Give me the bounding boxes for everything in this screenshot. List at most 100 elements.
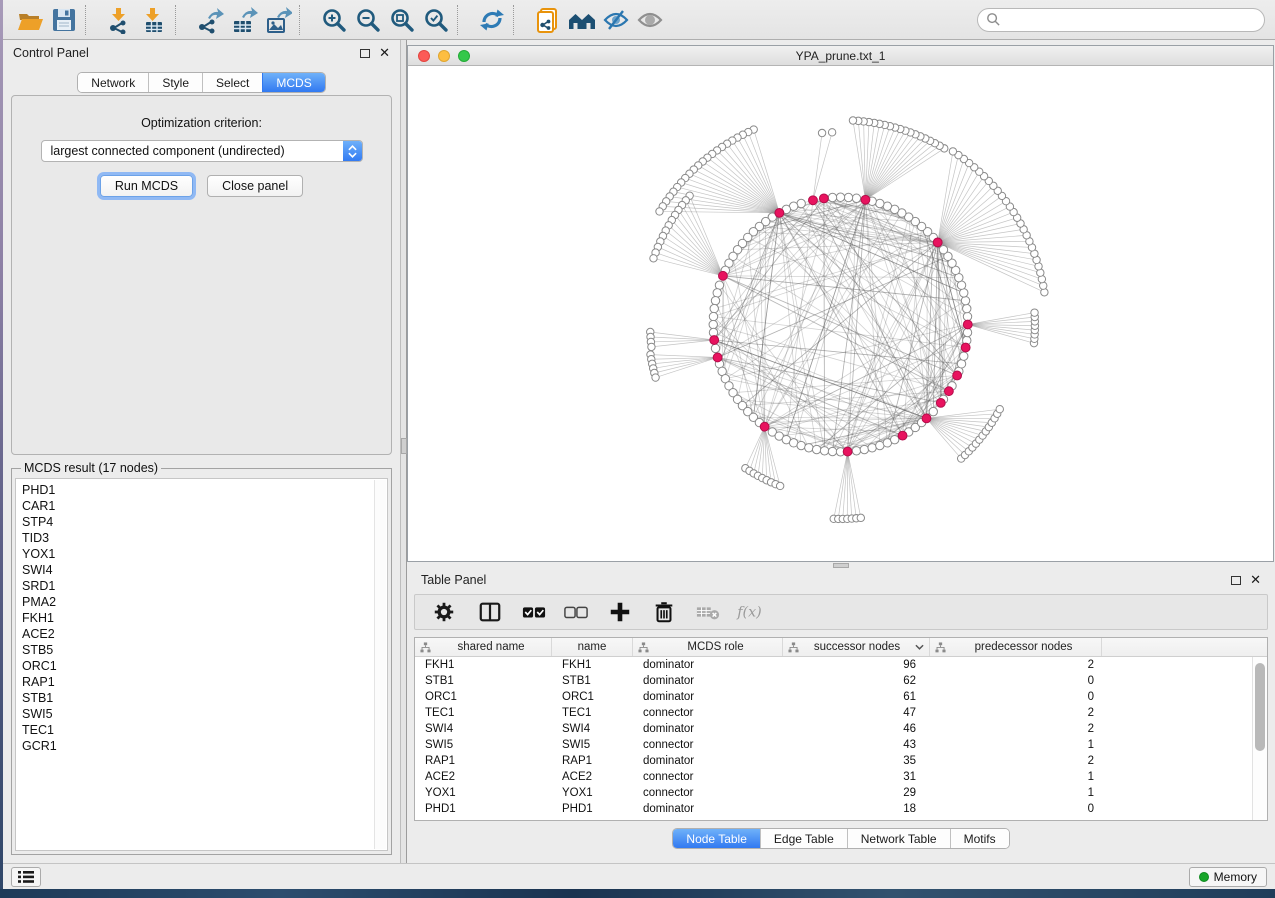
open-file-icon[interactable] — [13, 4, 47, 36]
column-header-predecessor-nodes[interactable]: predecessor nodes — [930, 638, 1102, 656]
mcds-result-item[interactable]: TEC1 — [22, 722, 387, 738]
show-all-icon[interactable] — [633, 4, 667, 36]
network-view-frame: YPA_prune.txt_1 — [407, 45, 1274, 562]
zoom-fit-icon[interactable] — [385, 4, 419, 36]
close-panel-icon[interactable]: ✕ — [379, 48, 390, 58]
apply-layout-icon[interactable] — [475, 4, 509, 36]
mcds-result-item[interactable]: SWI4 — [22, 562, 387, 578]
export-table-icon[interactable] — [227, 4, 261, 36]
network-canvas[interactable] — [408, 66, 1273, 561]
mcds-result-item[interactable]: SRD1 — [22, 578, 387, 594]
table-row[interactable]: PHD1PHD1dominator180 — [415, 801, 1267, 817]
table-row[interactable]: ACE2ACE2connector311 — [415, 769, 1267, 785]
import-table-icon[interactable] — [137, 4, 171, 36]
tab-style[interactable]: Style — [148, 73, 202, 92]
mcds-result-item[interactable]: STB5 — [22, 642, 387, 658]
list-scrollbar[interactable] — [374, 480, 386, 849]
mcds-result-item[interactable]: STB1 — [22, 690, 387, 706]
cell-shared-name: STB1 — [415, 675, 552, 687]
zoom-selected-icon[interactable] — [419, 4, 453, 36]
close-panel-button[interactable]: Close panel — [207, 175, 303, 197]
horizontal-splitter[interactable] — [407, 562, 1275, 568]
float-panel-icon[interactable] — [1231, 576, 1241, 585]
table-row[interactable]: STB1STB1dominator620 — [415, 673, 1267, 689]
splitter-handle[interactable] — [401, 438, 407, 454]
network-view-titlebar[interactable]: YPA_prune.txt_1 — [408, 46, 1273, 66]
cell-shared-name: YOX1 — [415, 787, 552, 799]
tab-network[interactable]: Network — [78, 73, 148, 92]
mcds-result-item[interactable]: FKH1 — [22, 610, 387, 626]
float-panel-icon[interactable] — [360, 49, 370, 58]
cell-MCDS-role: dominator — [633, 659, 783, 671]
column-label: name — [552, 641, 632, 653]
network-graph[interactable] — [408, 66, 1273, 561]
mcds-result-item[interactable]: ACE2 — [22, 626, 387, 642]
mcds-result-item[interactable]: SWI5 — [22, 706, 387, 722]
select-stepper-icon — [343, 140, 362, 162]
mcds-result-item[interactable]: PHD1 — [22, 482, 387, 498]
cell-successor-nodes: 47 — [783, 707, 930, 719]
criterion-select[interactable]: largest connected component (undirected) — [41, 140, 363, 162]
run-mcds-button[interactable]: Run MCDS — [100, 175, 193, 197]
close-panel-icon[interactable]: ✕ — [1250, 575, 1261, 585]
deselect-all-rows-icon[interactable] — [561, 598, 591, 626]
tab-motifs[interactable]: Motifs — [950, 829, 1009, 848]
vertical-splitter[interactable] — [400, 40, 407, 863]
scrollbar-thumb[interactable] — [1255, 663, 1265, 751]
column-header-name[interactable]: name — [552, 638, 633, 656]
tree-column-icon — [788, 642, 799, 653]
import-network-icon[interactable] — [103, 4, 137, 36]
delete-column-icon[interactable] — [649, 598, 679, 626]
mcds-result-group: MCDS result (17 nodes) PHD1CAR1STP4TID3Y… — [11, 461, 392, 855]
mcds-result-item[interactable]: PMA2 — [22, 594, 387, 610]
table-row[interactable]: TEC1TEC1connector472 — [415, 705, 1267, 721]
search-field[interactable] — [1001, 13, 1256, 27]
tab-select[interactable]: Select — [202, 73, 262, 92]
table-scrollbar[interactable] — [1252, 657, 1267, 820]
table-row[interactable]: SWI4SWI4dominator462 — [415, 721, 1267, 737]
export-network-icon[interactable] — [193, 4, 227, 36]
tab-node-table[interactable]: Node Table — [673, 829, 760, 848]
export-image-icon[interactable] — [261, 4, 295, 36]
table-row[interactable]: YOX1YOX1connector291 — [415, 785, 1267, 801]
apply-function-icon: f(x) — [735, 598, 765, 626]
mcds-result-item[interactable]: YOX1 — [22, 546, 387, 562]
task-history-button[interactable] — [11, 867, 41, 887]
zoom-in-icon[interactable] — [317, 4, 351, 36]
mcds-result-item[interactable]: ORC1 — [22, 658, 387, 674]
column-header-successor-nodes[interactable]: successor nodes — [783, 638, 930, 656]
mcds-result-item[interactable]: CAR1 — [22, 498, 387, 514]
column-header-MCDS-role[interactable]: MCDS role — [633, 638, 783, 656]
mcds-result-item[interactable]: STP4 — [22, 514, 387, 530]
table-row[interactable]: ORC1ORC1dominator610 — [415, 689, 1267, 705]
column-header-shared-name[interactable]: shared name — [415, 638, 552, 656]
save-session-icon[interactable] — [47, 4, 81, 36]
column-label: shared name — [431, 641, 551, 653]
table-row[interactable]: RAP1RAP1dominator352 — [415, 753, 1267, 769]
mcds-result-item[interactable]: TID3 — [22, 530, 387, 546]
svg-text:f(x): f(x) — [736, 605, 761, 621]
zoom-out-icon[interactable] — [351, 4, 385, 36]
table-row[interactable]: SWI5SWI5connector431 — [415, 737, 1267, 753]
tab-mcds[interactable]: MCDS — [262, 73, 324, 92]
splitter-handle[interactable] — [833, 563, 849, 568]
table-panel: Table Panel ✕ — [407, 568, 1275, 863]
mcds-result-item[interactable]: RAP1 — [22, 674, 387, 690]
add-column-icon[interactable] — [605, 598, 635, 626]
network-from-selection-icon[interactable] — [531, 4, 565, 36]
cell-successor-nodes: 31 — [783, 771, 930, 783]
mcds-result-list[interactable]: PHD1CAR1STP4TID3YOX1SWI4SRD1PMA2FKH1ACE2… — [15, 478, 388, 851]
tree-column-icon — [935, 642, 946, 653]
table-row[interactable]: FKH1FKH1dominator962 — [415, 657, 1267, 673]
split-columns-icon[interactable] — [475, 598, 505, 626]
select-all-rows-icon[interactable] — [519, 598, 549, 626]
memory-button[interactable]: Memory — [1189, 867, 1267, 887]
tab-edge-table[interactable]: Edge Table — [760, 829, 847, 848]
search-input[interactable] — [977, 8, 1265, 32]
cell-MCDS-role: dominator — [633, 723, 783, 735]
mcds-result-item[interactable]: GCR1 — [22, 738, 387, 754]
settings-gear-icon[interactable] — [429, 598, 459, 626]
hide-selected-icon[interactable] — [599, 4, 633, 36]
group-nodes-icon[interactable] — [565, 4, 599, 36]
tab-network-table[interactable]: Network Table — [847, 829, 950, 848]
